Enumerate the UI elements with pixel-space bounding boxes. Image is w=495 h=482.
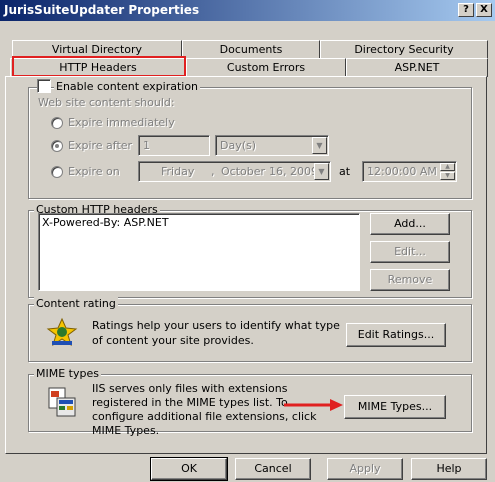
properties-dialog: JurisSuiteUpdater Properties ? X Virtual…: [0, 0, 495, 482]
expire-after-unit-select[interactable]: Day(s) ▼: [215, 135, 329, 156]
at-label: at: [339, 165, 351, 178]
window-title: JurisSuiteUpdater Properties: [4, 3, 200, 17]
calendar-dropdown-icon[interactable]: ▼: [314, 163, 329, 180]
content-rating-legend: Content rating: [34, 297, 118, 310]
edit-ratings-button[interactable]: Edit Ratings...: [346, 323, 446, 347]
http-headers-highlight: [12, 56, 186, 77]
expiration-subtitle: Web site content should:: [38, 96, 175, 109]
mime-types-button[interactable]: MIME Types...: [344, 395, 446, 419]
date-day: Friday: [161, 165, 195, 178]
help-button[interactable]: Help: [411, 458, 487, 480]
expire-after-radio[interactable]: [51, 140, 63, 152]
expire-after-unit-text: Day(s): [220, 139, 257, 152]
title-bar: JurisSuiteUpdater Properties: [0, 0, 495, 21]
ok-button[interactable]: OK: [150, 457, 228, 481]
spin-up-icon[interactable]: ▲: [440, 163, 455, 171]
tab-asp-net[interactable]: ASP.NET: [346, 58, 488, 77]
date-month: October: [221, 165, 266, 178]
expire-on-radio[interactable]: [51, 166, 63, 178]
mime-types-legend: MIME types: [34, 367, 101, 380]
edit-header-button[interactable]: Edit...: [370, 241, 450, 263]
tab-directory-security[interactable]: Directory Security: [320, 40, 488, 59]
cancel-button[interactable]: Cancel: [235, 458, 311, 480]
apply-button[interactable]: Apply: [327, 458, 403, 480]
expire-on-label: Expire on: [68, 165, 120, 178]
chevron-down-icon[interactable]: ▼: [312, 137, 327, 154]
ratings-icon: [46, 317, 78, 347]
custom-headers-list[interactable]: X-Powered-By: ASP.NET: [38, 213, 360, 291]
content-rating-text: Ratings help your users to identify what…: [92, 319, 340, 347]
arrow-pointer-icon: [284, 399, 343, 411]
expire-on-date-picker[interactable]: Friday , October 16, 2009 ▼: [138, 161, 331, 182]
expire-immediately-label: Expire immediately: [68, 116, 175, 129]
close-title-button[interactable]: X: [476, 3, 492, 17]
add-header-button[interactable]: Add...: [370, 213, 450, 235]
help-title-button[interactable]: ?: [458, 3, 474, 17]
expire-after-value-text: 1: [143, 139, 150, 152]
tab-custom-errors[interactable]: Custom Errors: [186, 58, 346, 77]
enable-expiration-checkbox[interactable]: [37, 79, 51, 93]
tab-documents[interactable]: Documents: [182, 40, 320, 59]
remove-header-button[interactable]: Remove: [370, 269, 450, 291]
expire-time-spinner[interactable]: 12:00:00 AM ▲ ▼: [362, 161, 457, 182]
time-text: 12:00:00 AM: [367, 165, 437, 178]
list-item[interactable]: X-Powered-By: ASP.NET: [42, 216, 169, 229]
mime-types-icon: [48, 387, 76, 417]
date-number: 16, 2009: [269, 165, 318, 178]
enable-expiration-label: Enable content expiration: [54, 80, 201, 93]
expire-after-label: Expire after: [68, 139, 133, 152]
spin-down-icon[interactable]: ▼: [440, 172, 455, 180]
expire-after-value[interactable]: 1: [138, 135, 210, 156]
expire-immediately-radio[interactable]: [51, 117, 63, 129]
